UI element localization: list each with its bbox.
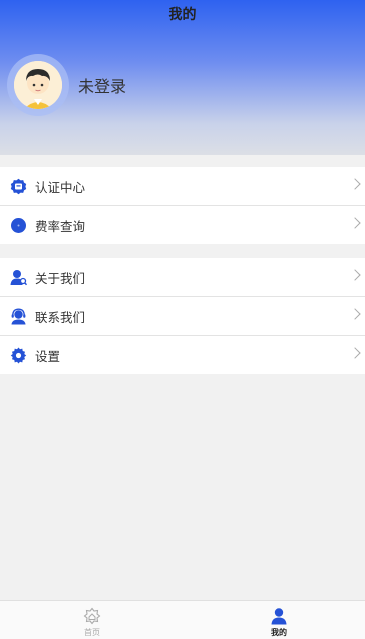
- menu-label: 费率查询: [35, 218, 86, 234]
- tab-label: 我的: [271, 628, 287, 637]
- bottom-tab-bar: 首页 我的: [0, 600, 365, 639]
- chevron-right-icon: [349, 269, 361, 281]
- menu-label: 认证中心: [35, 179, 86, 195]
- chevron-right-icon: [349, 217, 361, 229]
- menu-label: 联系我们: [35, 309, 86, 325]
- person-icon: [270, 607, 288, 625]
- menu-group-1: 认证中心 费率查询: [0, 167, 365, 244]
- menu-item-contact-us[interactable]: 联系我们: [0, 297, 365, 336]
- menu-label: 设置: [35, 348, 61, 364]
- menu-item-rate-query[interactable]: 费率查询: [0, 206, 365, 244]
- chevron-right-icon: [349, 308, 361, 320]
- chevron-right-icon: [349, 347, 361, 359]
- user-search-icon: [10, 269, 28, 286]
- profile-header: 我的 未登录: [0, 0, 365, 155]
- coin-icon: [10, 217, 27, 234]
- menu-group-2: 关于我们 联系我们 设置: [0, 258, 365, 374]
- tab-home[interactable]: 首页: [62, 601, 122, 639]
- menu-item-about-us[interactable]: 关于我们: [0, 258, 365, 297]
- menu-item-certification[interactable]: 认证中心: [0, 167, 365, 206]
- chevron-right-icon: [349, 178, 361, 190]
- badge-icon: [10, 178, 27, 195]
- login-status[interactable]: 未登录: [78, 73, 126, 97]
- avatar[interactable]: [7, 54, 69, 116]
- tab-label: 首页: [84, 628, 100, 637]
- headset-icon: [10, 308, 27, 325]
- menu-label: 关于我们: [35, 270, 86, 286]
- avatar-icon: [14, 61, 62, 109]
- gear-icon: [10, 347, 27, 364]
- menu-item-settings[interactable]: 设置: [0, 336, 365, 374]
- tab-mine[interactable]: 我的: [249, 601, 309, 639]
- page-title: 我的: [168, 7, 197, 23]
- home-icon: [83, 607, 101, 625]
